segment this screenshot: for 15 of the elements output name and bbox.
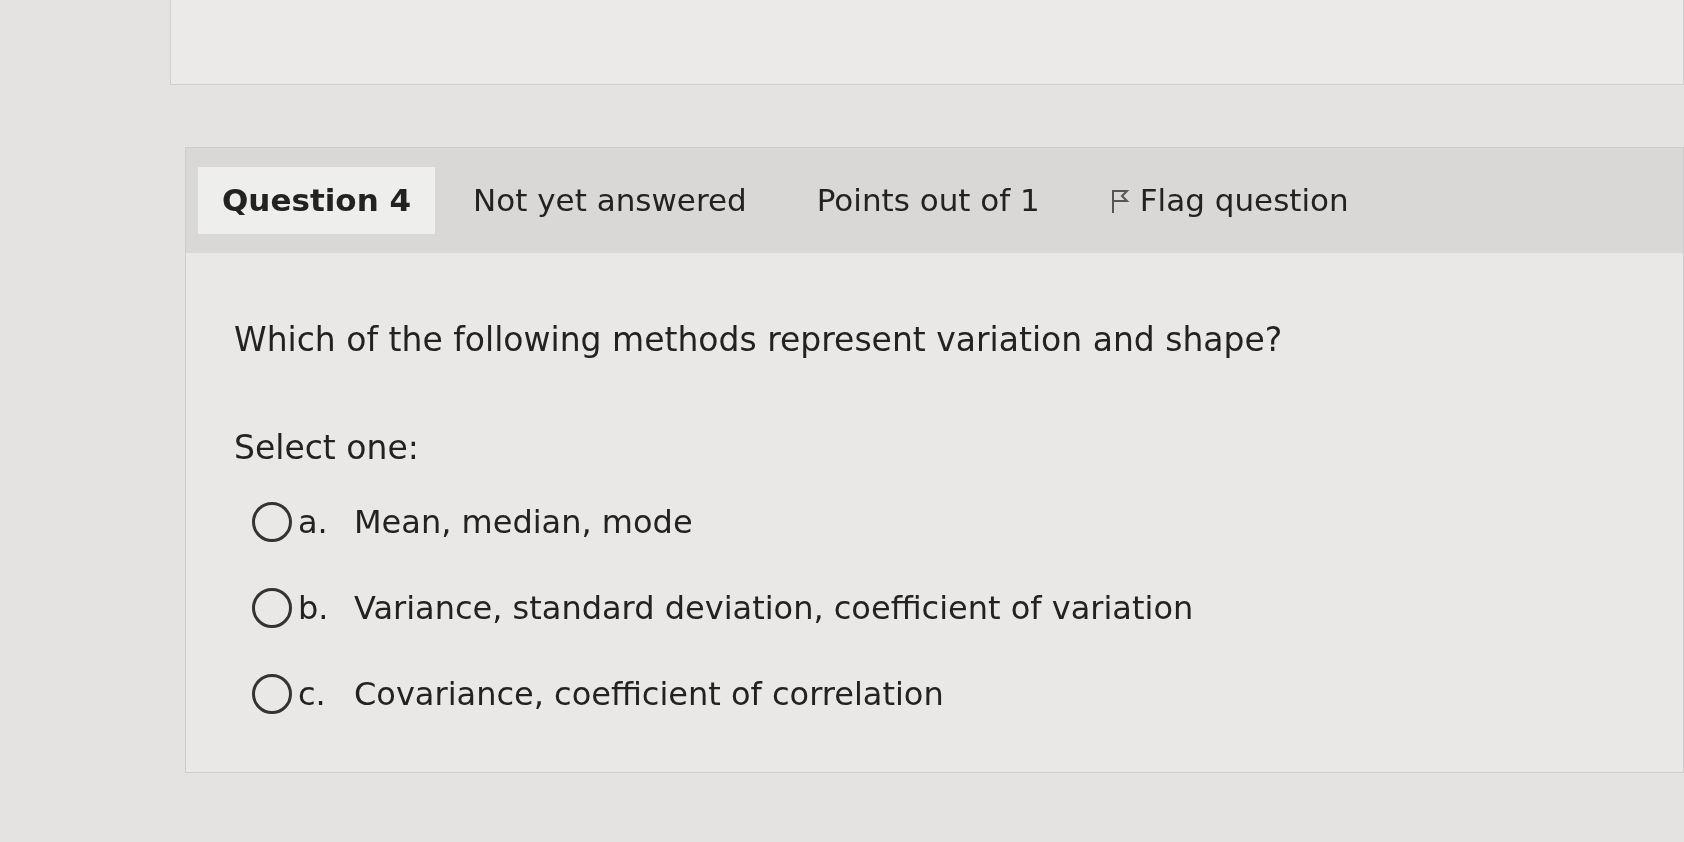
option-label: Variance, standard deviation, coefficient of variation <box>354 588 1194 629</box>
question-text: Which of the following methods represent variation and shape? <box>234 319 1284 361</box>
radio-button[interactable] <box>252 502 292 542</box>
question-number: Question 4 <box>198 167 436 234</box>
option-label: Covariance, coefficient of correlation <box>354 674 944 715</box>
radio-button[interactable] <box>252 588 292 628</box>
question-points: Points out of 1 <box>816 181 1040 221</box>
radio-button[interactable] <box>252 674 292 714</box>
option-letter: b. <box>298 588 330 629</box>
option-label: Mean, median, mode <box>354 502 693 543</box>
option-letter: c. <box>298 674 327 715</box>
flag-question-link[interactable]: Flag question <box>1109 177 1349 224</box>
option-letter: a. <box>298 502 329 543</box>
question-status: Not yet answered <box>473 181 747 221</box>
select-instruction: Select one: <box>234 426 420 469</box>
